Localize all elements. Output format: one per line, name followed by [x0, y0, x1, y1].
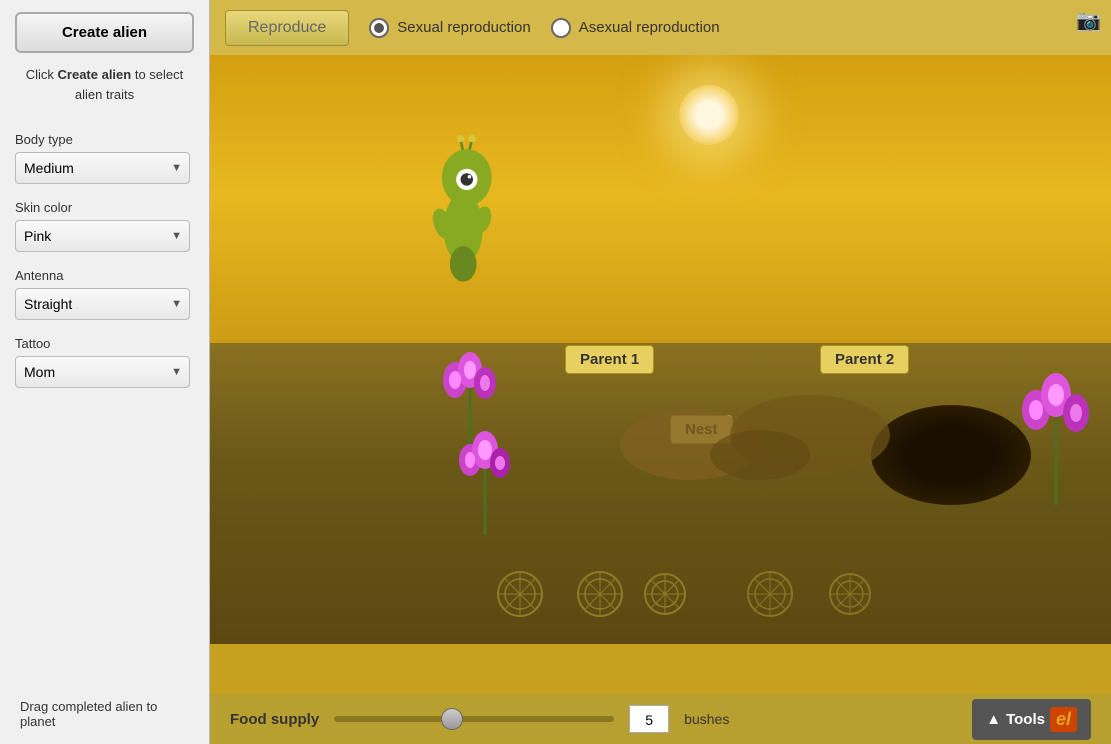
antenna-section: Antenna Straight Curly None [0, 260, 209, 328]
tattoo-wrapper: Mom None Star [15, 356, 190, 388]
food-supply-label: Food supply [230, 711, 319, 728]
antenna-wrapper: Straight Curly None [15, 288, 190, 320]
create-alien-button[interactable]: Create alien [15, 12, 194, 53]
main-area: Reproduce Sexual reproduction Asexual re… [210, 0, 1111, 744]
body-type-select[interactable]: Medium Small Large [15, 152, 190, 184]
body-type-label: Body type [15, 132, 194, 147]
sexual-radio[interactable] [369, 18, 389, 38]
body-type-section: Body type Medium Small Large [0, 124, 209, 192]
alien-character[interactable] [405, 135, 525, 300]
sexual-reproduction-option[interactable]: Sexual reproduction [369, 18, 530, 38]
body-type-wrapper: Medium Small Large [15, 152, 190, 184]
asexual-label: Asexual reproduction [579, 19, 720, 36]
skin-color-label: Skin color [15, 200, 194, 215]
asexual-reproduction-option[interactable]: Asexual reproduction [551, 18, 720, 38]
ground-flowers-2 [740, 554, 940, 634]
planet-scene[interactable]: Parent 1 Nest Parent 2 Exit [210, 55, 1111, 694]
camera-icon[interactable]: 📷 [1076, 8, 1101, 33]
asexual-radio[interactable] [551, 18, 571, 38]
antenna-select[interactable]: Straight Curly None [15, 288, 190, 320]
bushes-label: bushes [684, 711, 729, 727]
skin-color-select[interactable]: Pink Green Blue Yellow [15, 220, 190, 252]
tools-arrow-icon: ▲ [986, 711, 1001, 728]
drag-instruction-text: Drag completed alien to planet [0, 684, 209, 744]
instruction-text: Click Create alien to select alien trait… [0, 65, 209, 124]
skin-color-wrapper: Pink Green Blue Yellow [15, 220, 190, 252]
tattoo-label: Tattoo [15, 336, 194, 351]
tools-label: Tools [1006, 711, 1045, 728]
sun [679, 85, 739, 145]
plant-left-2 [450, 405, 520, 535]
antenna-label: Antenna [15, 268, 194, 283]
phet-logo: el [1050, 707, 1077, 732]
food-value-display: 5 [629, 705, 669, 733]
sidebar: Create alien Click Create alien to selec… [0, 0, 210, 744]
tattoo-section: Tattoo Mom None Star [0, 328, 209, 396]
food-slider-track[interactable] [334, 716, 614, 722]
tattoo-select[interactable]: Mom None Star [15, 356, 190, 388]
top-bar: Reproduce Sexual reproduction Asexual re… [210, 0, 1111, 55]
skin-color-section: Skin color Pink Green Blue Yellow [0, 192, 209, 260]
plant-right-1 [1011, 355, 1101, 505]
food-bar: Food supply 5 bushes ▲ Tools el [210, 694, 1111, 744]
food-slider-thumb[interactable] [441, 708, 463, 730]
rocks [610, 365, 910, 485]
tools-button[interactable]: ▲ Tools el [972, 699, 1091, 740]
sexual-label: Sexual reproduction [397, 19, 530, 36]
ground-flowers-1 [490, 554, 690, 634]
reproduce-button[interactable]: Reproduce [225, 10, 349, 46]
